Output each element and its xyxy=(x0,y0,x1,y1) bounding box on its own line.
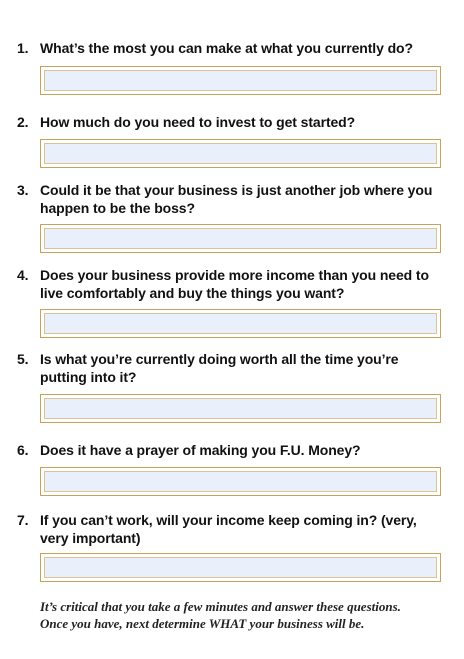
question-4: 4. Does your business provide more incom… xyxy=(17,266,442,302)
question-text: How much do you need to invest to get st… xyxy=(40,114,356,130)
answer-field-5[interactable] xyxy=(44,398,437,419)
answer-box-3 xyxy=(40,224,441,253)
question-3: 3. Could it be that your business is jus… xyxy=(17,181,442,217)
question-number: 2. xyxy=(17,114,29,130)
footer-line-2: Once you have, next determine WHAT your … xyxy=(40,616,365,631)
answer-field-2[interactable] xyxy=(44,143,437,164)
question-2: 2. How much do you need to invest to get… xyxy=(17,113,442,131)
question-text: Is what you’re currently doing worth all… xyxy=(40,351,399,385)
question-number: 6. xyxy=(17,442,29,458)
question-1: 1. What’s the most you can make at what … xyxy=(17,39,442,57)
question-7: 7. If you can’t work, will your income k… xyxy=(17,511,442,547)
answer-box-7 xyxy=(40,553,441,582)
answer-box-2 xyxy=(40,139,441,168)
answer-field-4[interactable] xyxy=(44,313,437,334)
answer-box-5 xyxy=(40,394,441,423)
answer-field-1[interactable] xyxy=(44,70,437,91)
question-number: 4. xyxy=(17,267,29,283)
answer-field-3[interactable] xyxy=(44,228,437,249)
question-number: 5. xyxy=(17,351,29,367)
answer-box-6 xyxy=(40,467,441,496)
question-text: Could it be that your business is just a… xyxy=(40,182,433,216)
footer-line-1: It’s critical that you take a few minute… xyxy=(40,599,401,614)
question-number: 7. xyxy=(17,512,29,528)
question-text: Does it have a prayer of making you F.U.… xyxy=(40,442,361,458)
question-text: Does your business provide more income t… xyxy=(40,267,429,301)
answer-box-1 xyxy=(40,66,441,95)
question-number: 1. xyxy=(17,40,29,56)
answer-field-7[interactable] xyxy=(44,557,437,578)
answer-field-6[interactable] xyxy=(44,471,437,492)
question-text: If you can’t work, will your income keep… xyxy=(40,512,417,546)
question-text: What’s the most you can make at what you… xyxy=(40,40,413,56)
question-6: 6. Does it have a prayer of making you F… xyxy=(17,441,442,459)
footer-note: It’s critical that you take a few minute… xyxy=(40,598,450,632)
question-number: 3. xyxy=(17,182,29,198)
answer-box-4 xyxy=(40,309,441,338)
question-5: 5. Is what you’re currently doing worth … xyxy=(17,350,442,386)
